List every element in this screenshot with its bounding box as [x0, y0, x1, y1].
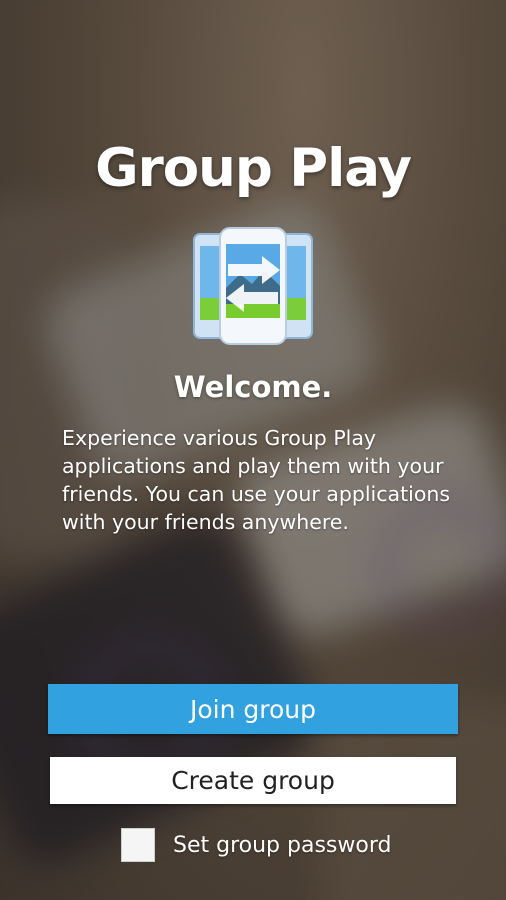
- set-password-label[interactable]: Set group password: [173, 833, 391, 858]
- welcome-description: Experience various Group Play applicatio…: [62, 426, 451, 534]
- join-group-button[interactable]: Join group: [48, 684, 458, 734]
- welcome-heading: Welcome.: [173, 370, 333, 404]
- set-password-row[interactable]: Set group password: [121, 826, 391, 864]
- set-password-checkbox[interactable]: [121, 828, 155, 862]
- group-play-app-icon: [193, 227, 313, 345]
- create-group-button[interactable]: Create group: [50, 757, 456, 804]
- app-title: Group Play: [95, 138, 412, 199]
